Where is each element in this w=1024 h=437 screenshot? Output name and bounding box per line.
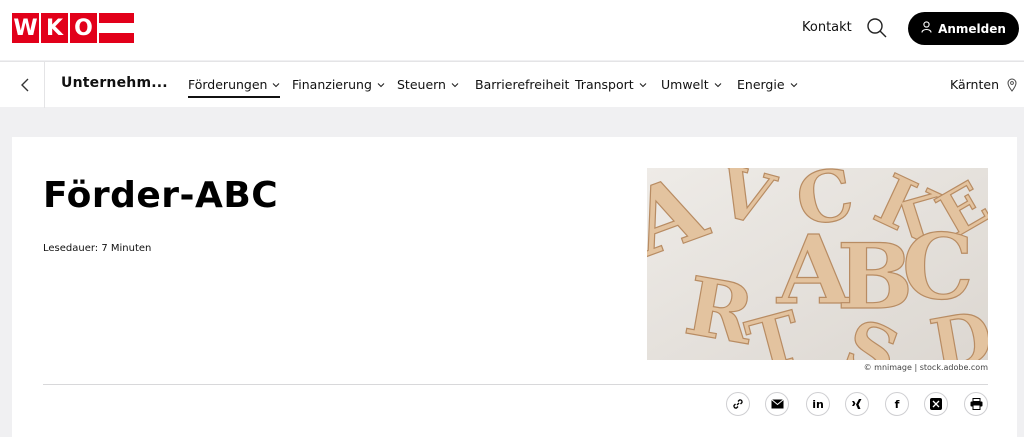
nav-item-energie[interactable]: Energie [737, 77, 798, 92]
share-print-button[interactable] [964, 392, 988, 416]
nav-item-barrierefreiheit[interactable]: Barrierefreiheit [475, 77, 569, 92]
search-icon[interactable] [866, 17, 888, 39]
login-button[interactable]: Anmelden [908, 12, 1019, 45]
share-link-button[interactable] [726, 392, 750, 416]
share-x-button[interactable] [924, 392, 948, 416]
logo-letter-w: W [12, 13, 39, 43]
chevron-down-icon [639, 82, 647, 87]
nav-item-umwelt[interactable]: Umwelt [661, 77, 722, 92]
nav-item-label: Umwelt [661, 77, 709, 92]
section-navbar: Unternehm... Förderungen Finanzierung St… [0, 61, 1024, 108]
chevron-down-icon [451, 82, 459, 87]
region-label: Kärnten [950, 77, 999, 92]
x-icon [930, 398, 942, 410]
contact-link[interactable]: Kontakt [802, 20, 852, 35]
nav-divider [44, 62, 45, 108]
location-pin-icon [1007, 78, 1017, 92]
share-linkedin-button[interactable]: in [806, 392, 830, 416]
user-icon [921, 21, 932, 36]
chevron-down-icon [273, 82, 280, 87]
chevron-down-icon [377, 82, 385, 87]
hero-image: A V C K E R A B C T S D [647, 168, 988, 360]
austria-flag-icon [99, 13, 134, 43]
nav-item-steuern[interactable]: Steuern [397, 77, 459, 92]
login-label: Anmelden [938, 21, 1006, 36]
linkedin-icon: in [812, 397, 824, 411]
page-title: Förder-ABC [43, 175, 279, 216]
link-icon [733, 399, 743, 409]
top-header: W K O Kontakt Anmelden [0, 0, 1024, 60]
section-title[interactable]: Unternehm... [61, 75, 168, 91]
region-selector[interactable]: Kärnten [950, 77, 1017, 92]
reading-time: Lesedauer: 7 Minuten [43, 243, 152, 254]
image-credit: © mnimage | stock.adobe.com [863, 363, 988, 372]
share-xing-button[interactable] [845, 392, 869, 416]
svg-text:D: D [924, 295, 988, 360]
nav-item-label: Transport [575, 77, 634, 92]
facebook-icon: f [894, 397, 900, 411]
nav-item-foerderungen[interactable]: Förderungen [188, 77, 281, 98]
nav-item-label: Finanzierung [292, 77, 372, 92]
nav-item-label: Steuern [397, 77, 446, 92]
article-card: Förder-ABC Lesedauer: 7 Minuten A V C K … [12, 137, 1017, 437]
nav-item-transport[interactable]: Transport [575, 77, 647, 92]
chevron-down-icon [714, 82, 722, 87]
logo-letter-k: K [41, 13, 68, 43]
nav-item-finanzierung[interactable]: Finanzierung [292, 77, 385, 92]
chevron-left-icon[interactable] [18, 76, 34, 94]
chevron-down-icon [790, 82, 797, 87]
wko-logo[interactable]: W K O [12, 13, 134, 43]
divider [43, 384, 988, 385]
share-email-button[interactable] [765, 392, 789, 416]
logo-letter-o: O [70, 13, 97, 43]
nav-item-label: Förderungen [188, 77, 268, 92]
xing-icon [852, 399, 862, 409]
mail-icon [770, 399, 784, 409]
print-icon [970, 398, 982, 410]
nav-item-label: Energie [737, 77, 785, 92]
nav-item-label: Barrierefreiheit [475, 77, 570, 92]
share-facebook-button[interactable]: f [885, 392, 909, 416]
